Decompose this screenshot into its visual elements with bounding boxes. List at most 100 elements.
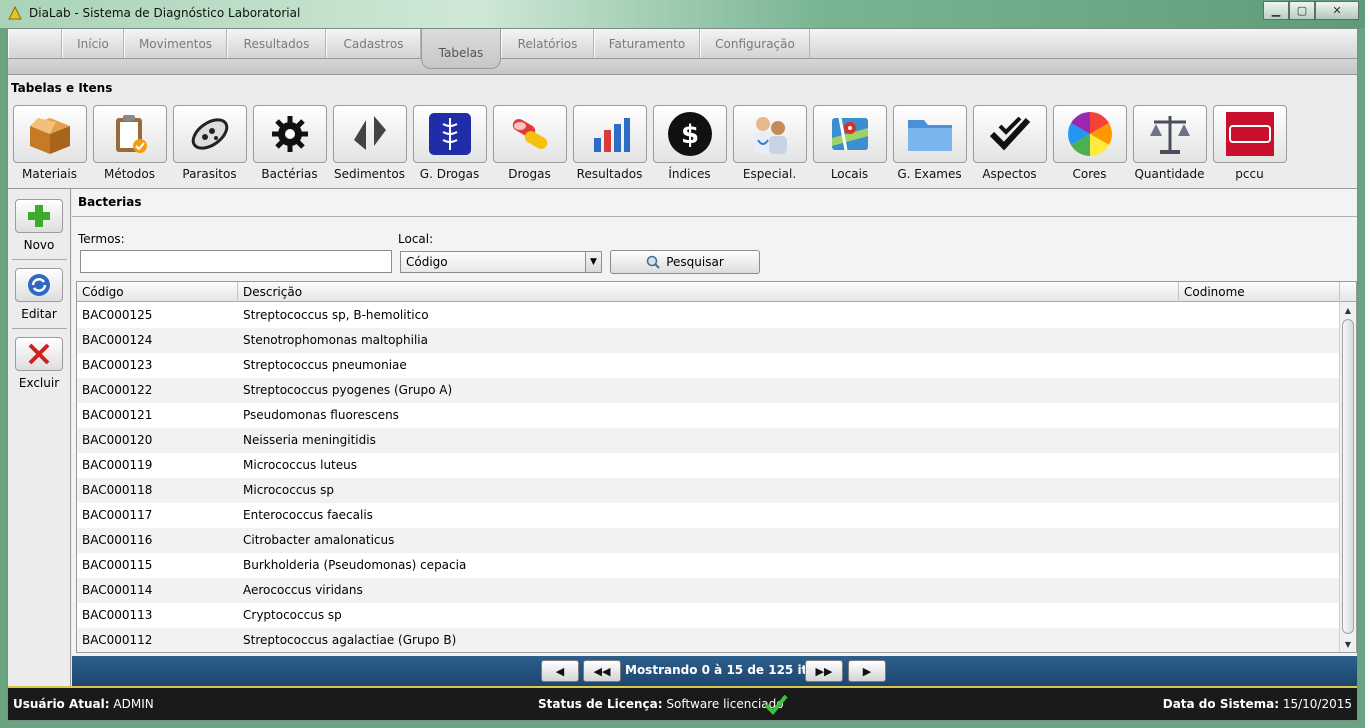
table-row[interactable]: BAC000121 Pseudomonas fluorescens [77, 403, 1339, 428]
cell-descricao: Micrococcus luteus [243, 458, 357, 472]
tool-metodos[interactable]: Métodos [92, 105, 167, 181]
terms-input[interactable] [80, 250, 392, 273]
table-row[interactable]: BAC000124 Stenotrophomonas maltophilia [77, 328, 1339, 353]
search-icon [646, 255, 660, 269]
cell-codinome [1179, 528, 1340, 553]
first-page-button[interactable]: ◀◀ [583, 660, 621, 682]
menu-resultados[interactable]: Resultados [227, 29, 326, 58]
cell-codinome [1179, 628, 1340, 652]
tool-quantidade[interactable]: Quantidade [1132, 105, 1207, 181]
tool-drogas[interactable]: Drogas [492, 105, 567, 181]
tool-sedimentos[interactable]: Sedimentos [332, 105, 407, 181]
refresh-icon [28, 274, 50, 296]
table-row[interactable]: BAC000123 Streptococcus pneumoniae [77, 353, 1339, 378]
cell-descricao: Streptococcus pneumoniae [243, 358, 407, 372]
column-header-descricao[interactable]: Descrição [238, 282, 1179, 302]
table-row[interactable]: BAC000119 Micrococcus luteus [77, 453, 1339, 478]
table-row[interactable]: BAC000122 Streptococcus pyogenes (Grupo A… [77, 378, 1339, 403]
table-row[interactable]: BAC000118 Micrococcus sp [77, 478, 1339, 503]
cell-descricao: Pseudomonas fluorescens [243, 408, 399, 422]
scroll-up-icon[interactable]: ▲ [1340, 302, 1356, 318]
minimize-button[interactable]: ▁ [1263, 1, 1289, 20]
minimize-icon: ▁ [1271, 4, 1281, 17]
check-icon [989, 116, 1030, 151]
menu-configuracao[interactable]: Configuração [700, 29, 810, 58]
menu-tabelas[interactable]: Tabelas [421, 29, 501, 69]
caret-left-icon: ◀ [555, 664, 565, 678]
tool-cores[interactable]: Cores [1052, 105, 1127, 181]
previous-page-button[interactable]: ◀ [541, 660, 579, 682]
parasite-icon [191, 118, 228, 150]
cell-codigo: BAC000121 [82, 408, 153, 422]
menu-movimentos[interactable]: Movimentos [124, 29, 227, 58]
table-row[interactable]: BAC000116 Citrobacter amalonaticus [77, 528, 1339, 553]
cell-codigo: BAC000123 [82, 358, 153, 372]
scroll-thumb[interactable] [1342, 319, 1354, 634]
table-row[interactable]: BAC000112 Streptococcus agalactiae (Grupo… [77, 628, 1340, 652]
menu-relatorios[interactable]: Relatórios [501, 29, 594, 58]
cell-codinome [1179, 378, 1340, 403]
search-button[interactable]: Pesquisar [610, 250, 760, 274]
cell-codigo: BAC000119 [82, 458, 153, 472]
column-header-codigo[interactable]: Código [77, 282, 238, 302]
delete-button[interactable]: Excluir [14, 337, 64, 390]
cell-descricao: Stenotrophomonas maltophilia [243, 333, 428, 347]
local-select-value: Código [406, 255, 448, 269]
tool-materiais[interactable]: Materiais [12, 105, 87, 181]
close-button[interactable]: ✕ [1315, 1, 1359, 20]
menu-inicio[interactable]: Início [62, 29, 124, 58]
table-row[interactable]: BAC000115 Burkholderia (Pseudomonas) cepa… [77, 553, 1339, 578]
folder-icon [907, 120, 952, 151]
table-row[interactable]: BAC000117 Enterococcus faecalis [77, 503, 1339, 528]
last-page-button[interactable]: ▶▶ [805, 660, 843, 682]
tool-aspectos[interactable]: Aspectos [972, 105, 1047, 181]
new-button[interactable]: Novo [14, 199, 64, 252]
table-row[interactable]: BAC000120 Neisseria meningitidis [77, 428, 1339, 453]
scale-icon [1149, 116, 1190, 154]
cell-descricao: Burkholderia (Pseudomonas) cepacia [243, 558, 467, 572]
next-page-button[interactable]: ▶ [848, 660, 886, 682]
table-row[interactable]: BAC000125 Streptococcus sp, B-hemolitico [77, 303, 1339, 328]
chevron-down-icon[interactable]: ▼ [585, 252, 601, 272]
cell-codigo: BAC000117 [82, 508, 153, 522]
caduceus-icon [428, 113, 471, 155]
cell-codinome [1179, 353, 1340, 378]
table-row[interactable]: BAC000114 Aerococcus viridans [77, 578, 1339, 603]
tool-g-exames[interactable]: G. Exames [892, 105, 967, 181]
clipboard-icon [115, 115, 147, 153]
tool-locais[interactable]: Locais [812, 105, 887, 181]
cell-codigo: BAC000124 [82, 333, 153, 347]
edit-button[interactable]: Editar [14, 268, 64, 321]
local-select[interactable]: Código ▼ [400, 251, 602, 273]
table-row[interactable]: BAC000113 Cryptococcus sp [77, 603, 1339, 628]
plus-icon [28, 205, 50, 227]
cell-codinome [1179, 403, 1340, 428]
cell-codinome [1179, 478, 1340, 503]
tool-parasitos[interactable]: Parasitos [172, 105, 247, 181]
tool-g-drogas[interactable]: G. Drogas [412, 105, 487, 181]
local-label: Local: [398, 232, 434, 246]
bacteria-icon [271, 116, 308, 152]
tool-pccu[interactable]: pccu [1212, 105, 1287, 181]
action-panel: Novo Editar Excluir [8, 189, 71, 686]
maximize-button[interactable]: ▢ [1289, 1, 1315, 20]
checkmark-icon [764, 694, 788, 715]
cell-descricao: Neisseria meningitidis [243, 433, 376, 447]
cell-descricao: Micrococcus sp [243, 483, 334, 497]
box-icon [29, 118, 70, 154]
column-header-codinome[interactable]: Codinome [1179, 282, 1340, 302]
cell-descricao: Citrobacter amalonaticus [243, 533, 395, 547]
scroll-down-icon[interactable]: ▼ [1340, 636, 1356, 652]
tool-indices[interactable]: $ Índices [652, 105, 727, 181]
tool-bacterias[interactable]: Bactérias [252, 105, 327, 181]
tool-especial[interactable]: Especial. [732, 105, 807, 181]
tool-resultados[interactable]: Resultados [572, 105, 647, 181]
menu-subbar [8, 59, 1357, 75]
menu-cadastros[interactable]: Cadastros [326, 29, 421, 58]
cell-codigo: BAC000122 [82, 383, 153, 397]
menu-faturamento[interactable]: Faturamento [594, 29, 700, 58]
cell-codinome [1179, 328, 1340, 353]
vertical-scrollbar[interactable]: ▲ ▼ [1339, 302, 1356, 652]
rewind-icon: ◀◀ [593, 664, 611, 678]
main-menu: Início Movimentos Resultados Cadastros T… [8, 29, 1357, 69]
